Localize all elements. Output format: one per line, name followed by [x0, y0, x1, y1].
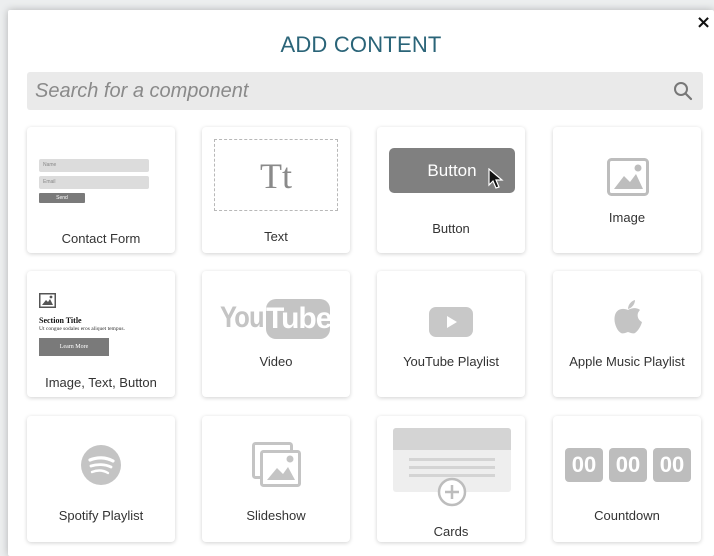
component-card-cards[interactable]: Cards — [377, 416, 525, 542]
component-card-contact-form[interactable]: Name Email Send Contact Form — [27, 127, 175, 253]
send-button-preview: Send — [39, 193, 85, 203]
add-content-modal: × ADD CONTENT Name Email Send Contact Fo… — [8, 10, 714, 556]
slideshow-icon — [252, 442, 301, 487]
component-card-image[interactable]: Image — [553, 127, 701, 253]
learn-more-button-preview: Learn More — [39, 338, 109, 356]
image-icon — [607, 158, 649, 196]
component-label: Apple Music Playlist — [569, 354, 685, 369]
component-card-youtube-playlist[interactable]: YouTube Playlist — [377, 271, 525, 397]
text-preview: Tt — [214, 139, 338, 211]
component-card-apple-music-playlist[interactable]: Apple Music Playlist — [553, 271, 701, 397]
play-icon — [429, 307, 473, 337]
email-field-preview: Email — [39, 176, 149, 189]
component-label: Contact Form — [61, 231, 141, 246]
text-glyph: Tt — [260, 156, 292, 196]
countdown-digits-seconds: 00 — [653, 448, 691, 482]
component-card-text[interactable]: Tt Text — [202, 127, 350, 253]
button-preview: Button — [389, 148, 515, 193]
component-label: Button — [432, 221, 470, 236]
component-label: Text — [264, 229, 288, 244]
youtube-logo-tube: Tube — [266, 299, 332, 339]
image-text-button-preview: Section Title Ut congue sodales eros ali… — [39, 293, 167, 356]
contact-form-preview: Name Email Send — [39, 159, 149, 203]
countdown-icon: 00 00 00 — [565, 448, 693, 482]
apple-icon — [614, 300, 642, 334]
cards-icon — [393, 428, 511, 507]
countdown-digits-hours: 00 — [565, 448, 603, 482]
section-body-preview: Ut congue sodales eros aliquet tempus. — [39, 326, 125, 332]
component-card-countdown[interactable]: 00 00 00 Countdown — [553, 416, 701, 542]
component-card-slideshow[interactable]: Slideshow — [202, 416, 350, 542]
component-grid: Name Email Send Contact Form Tt Text But… — [8, 10, 714, 556]
section-title-preview: Section Title — [39, 316, 82, 325]
spotify-icon — [81, 445, 121, 485]
component-label: Countdown — [594, 508, 660, 523]
component-card-button[interactable]: Button Button — [377, 127, 525, 253]
component-label: Video — [259, 354, 293, 369]
name-field-preview: Name — [39, 159, 149, 172]
component-label: Slideshow — [246, 508, 306, 523]
component-card-spotify-playlist[interactable]: Spotify Playlist — [27, 416, 175, 542]
youtube-logo-you: You — [220, 301, 265, 334]
component-label: Cards — [433, 524, 469, 539]
component-label: Image, Text, Button — [45, 375, 157, 390]
youtube-logo-icon: You Tube — [220, 299, 332, 339]
component-label: Image — [608, 210, 646, 225]
component-label: Spotify Playlist — [58, 508, 144, 523]
component-card-image-text-button[interactable]: Section Title Ut congue sodales eros ali… — [27, 271, 175, 397]
image-icon — [39, 293, 56, 308]
countdown-digits-minutes: 00 — [609, 448, 647, 482]
component-card-video[interactable]: You Tube Video — [202, 271, 350, 397]
component-label: YouTube Playlist — [403, 354, 499, 369]
